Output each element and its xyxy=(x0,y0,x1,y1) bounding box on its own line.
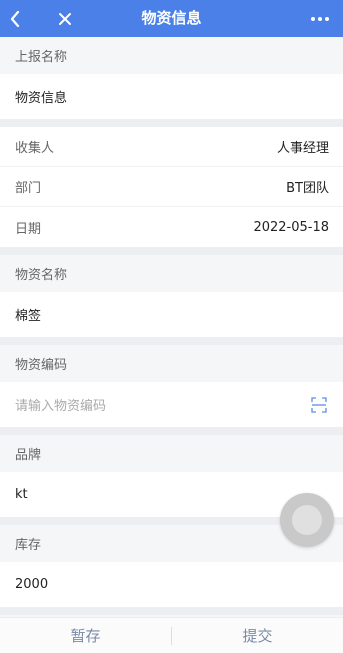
stock-field[interactable]: 2000 xyxy=(0,562,343,607)
more-dots-icon[interactable] xyxy=(307,0,333,37)
collector-label: 收集人 xyxy=(15,141,55,156)
submit-button[interactable]: 提交 xyxy=(172,618,343,653)
report-name-label: 上报名称 xyxy=(0,37,343,74)
section-divider xyxy=(0,427,343,435)
report-name-value[interactable]: 物资信息 xyxy=(0,74,343,119)
item-name-label: 物资名称 xyxy=(0,255,343,292)
close-icon[interactable] xyxy=(54,0,76,37)
department-row: 部门 BT团队 xyxy=(0,167,343,207)
item-name-field[interactable]: 棉签 xyxy=(0,292,343,337)
section-divider xyxy=(0,119,343,127)
page-title: 物资信息 xyxy=(141,9,202,27)
page: 物资信息 上报名称 物资信息 收集人 人事经理 部门 BT团队 日期 2022-… xyxy=(0,0,343,653)
date-label: 日期 xyxy=(15,221,42,237)
footer-bar: 暂存 提交 xyxy=(0,617,343,653)
collector-value: 人事经理 xyxy=(276,141,329,156)
section-divider xyxy=(0,337,343,345)
department-label: 部门 xyxy=(15,181,42,196)
department-value: BT团队 xyxy=(286,181,329,196)
item-code-placeholder: 请输入物资编码 xyxy=(15,399,107,414)
chevron-left-icon[interactable] xyxy=(4,0,26,37)
form-content: 上报名称 物资信息 收集人 人事经理 部门 BT团队 日期 2022-05-18… xyxy=(0,37,343,652)
scan-icon[interactable] xyxy=(311,396,327,413)
brand-label: 品牌 xyxy=(0,435,343,472)
header-bar: 物资信息 xyxy=(0,0,343,37)
date-row: 日期 2022-05-18 xyxy=(0,207,343,247)
item-code-field[interactable]: 请输入物资编码 xyxy=(0,382,343,427)
save-draft-button[interactable]: 暂存 xyxy=(0,618,171,653)
item-code-label: 物资编码 xyxy=(0,345,343,382)
section-divider xyxy=(0,607,343,615)
collector-row: 收集人 人事经理 xyxy=(0,127,343,167)
date-value: 2022-05-18 xyxy=(253,219,329,235)
section-divider xyxy=(0,247,343,255)
floating-assistive-button[interactable] xyxy=(280,493,334,547)
floating-button-inner xyxy=(292,505,322,535)
